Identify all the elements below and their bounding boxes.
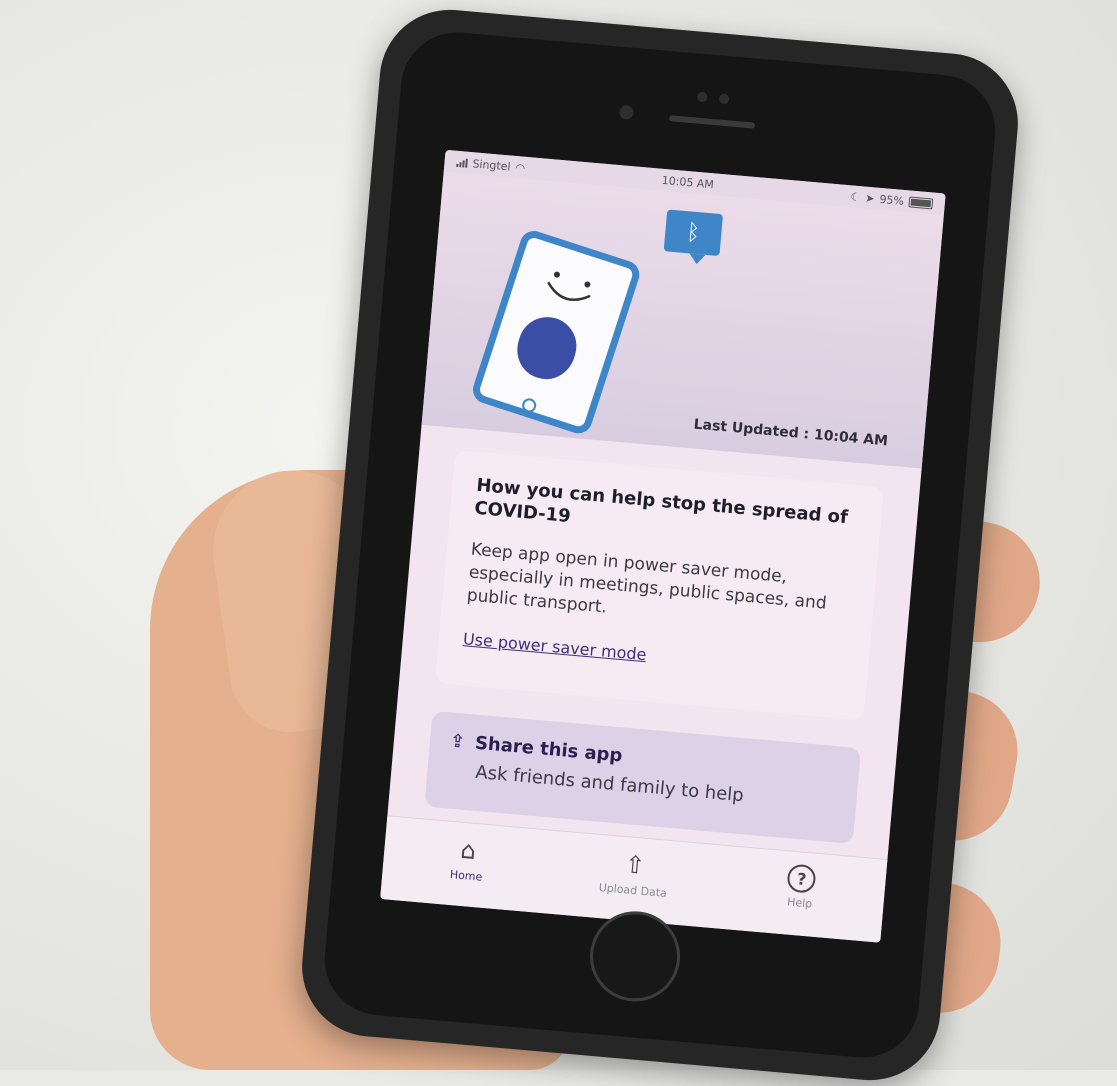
tab-help[interactable]: ? Help bbox=[729, 859, 872, 916]
wifi-icon: ◠ bbox=[514, 160, 526, 175]
moon-icon: ☾ bbox=[849, 189, 861, 204]
help-info-card: How you can help stop the spread of COVI… bbox=[435, 449, 884, 721]
phone-bezel: Singtel ◠ 10:05 AM ☾ ➤ 95% ᛒ Last Update… bbox=[320, 27, 1000, 1063]
info-card-body: Keep app open in power saver mode, espec… bbox=[466, 539, 828, 618]
smile-icon bbox=[547, 271, 591, 301]
status-time: 10:05 AM bbox=[661, 173, 715, 191]
hero-banner: ᛒ Last Updated : 10:04 AM bbox=[421, 171, 944, 469]
upload-icon: ⇧ bbox=[623, 850, 647, 880]
bluetooth-icon: ᛒ bbox=[663, 209, 724, 257]
illustration-home-button bbox=[520, 396, 539, 415]
shield-icon bbox=[509, 309, 584, 387]
proximity-sensor bbox=[696, 91, 708, 103]
share-icon: ⇪ bbox=[449, 730, 467, 753]
battery-icon bbox=[908, 195, 934, 209]
info-card-title: How you can help stop the spread of COVI… bbox=[473, 474, 849, 529]
help-icon: ? bbox=[786, 863, 817, 894]
front-camera bbox=[618, 104, 635, 121]
signal-icon bbox=[456, 157, 468, 168]
tab-upload-data[interactable]: ⇧ Upload Data bbox=[562, 844, 706, 903]
phone-illustration bbox=[469, 227, 643, 437]
power-saver-link[interactable]: Use power saver mode bbox=[462, 629, 647, 664]
home-icon: ⌂ bbox=[459, 835, 478, 866]
app-screen: Singtel ◠ 10:05 AM ☾ ➤ 95% ᛒ Last Update… bbox=[380, 149, 946, 943]
earpiece-speaker bbox=[668, 115, 756, 129]
tab-home[interactable]: ⌂ Home bbox=[396, 829, 540, 888]
battery-percent: 95% bbox=[878, 192, 905, 208]
location-arrow-icon: ➤ bbox=[864, 191, 876, 205]
phone-case: Singtel ◠ 10:05 AM ☾ ➤ 95% ᛒ Last Update… bbox=[296, 4, 1024, 1086]
carrier-name: Singtel bbox=[471, 156, 512, 174]
proximity-sensor bbox=[718, 93, 730, 105]
last-updated-label: Last Updated : 10:04 AM bbox=[693, 416, 889, 450]
share-card-title: Share this app bbox=[474, 732, 624, 767]
